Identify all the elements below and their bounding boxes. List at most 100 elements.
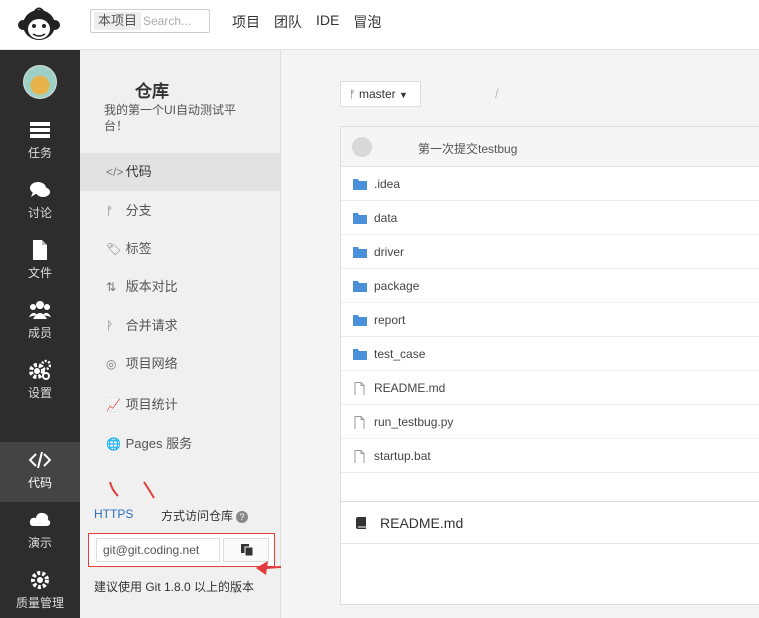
file-row[interactable]: README.md bbox=[341, 371, 759, 405]
leftnav-settings-label: 设置 bbox=[27, 386, 52, 400]
top-nav: 项目 团队 IDE 冒泡 bbox=[232, 12, 381, 32]
code-icon bbox=[29, 451, 51, 469]
project-nav: 任务 讨论 文件 成员 设置 代码 演示 质量管理 bbox=[0, 50, 80, 618]
search-box: 本项目 bbox=[90, 9, 210, 33]
file-row[interactable]: data bbox=[341, 201, 759, 235]
leftnav-discussion[interactable]: 讨论 bbox=[0, 172, 80, 232]
file-row[interactable]: run_testbug.py bbox=[341, 405, 759, 439]
leftnav-members-label: 成员 bbox=[27, 326, 52, 340]
file-name: driver bbox=[374, 245, 405, 259]
file-row[interactable]: test_case bbox=[341, 337, 759, 371]
top-bar: 本项目 项目 团队 IDE 冒泡 bbox=[0, 0, 759, 50]
book-icon bbox=[356, 517, 366, 529]
branch-name: master bbox=[358, 87, 396, 101]
members-icon bbox=[29, 301, 51, 319]
folder-icon bbox=[353, 179, 367, 190]
readme-panel: README.md bbox=[340, 501, 759, 605]
help-icon[interactable]: ? bbox=[236, 510, 249, 523]
sidebar-item-label: 标签 bbox=[125, 241, 152, 256]
network-icon: ◎ bbox=[106, 357, 117, 371]
monkey-logo-icon[interactable] bbox=[17, 5, 61, 43]
leftnav-tasks[interactable]: 任务 bbox=[0, 112, 80, 172]
leftnav-tasks-label: 任务 bbox=[27, 146, 52, 160]
leftnav-members[interactable]: 成员 bbox=[0, 292, 80, 352]
sidebar-item-branches[interactable]: ᚠ 分支 bbox=[80, 192, 280, 230]
branch-selector[interactable]: ᚠ master ▼ bbox=[340, 81, 421, 107]
topnav-bubble[interactable]: 冒泡 bbox=[353, 12, 381, 32]
leftnav-files[interactable]: 文件 bbox=[0, 232, 80, 292]
file-name: report bbox=[374, 313, 406, 327]
clone-url-field[interactable] bbox=[96, 538, 220, 562]
https-protocol-link[interactable]: HTTPS bbox=[94, 507, 133, 521]
file-icon bbox=[354, 450, 365, 463]
file-row[interactable]: startup.bat bbox=[341, 439, 759, 473]
sidebar-item-tags[interactable]: 🏷 标签 bbox=[80, 230, 280, 268]
topnav-ide[interactable]: IDE bbox=[316, 12, 339, 32]
folder-icon bbox=[353, 247, 367, 258]
file-row[interactable]: .idea bbox=[341, 167, 759, 201]
readme-title: README.md bbox=[380, 515, 464, 531]
merge-icon: ᚹ bbox=[106, 319, 114, 333]
leftnav-settings[interactable]: 设置 bbox=[0, 352, 80, 412]
sidebar-item-pages[interactable]: 🌐 Pages 服务 bbox=[80, 425, 280, 463]
sidebar-item-code[interactable]: </> 代码 bbox=[80, 153, 280, 191]
caret-down-icon: ▼ bbox=[398, 90, 408, 100]
cloud-icon bbox=[29, 512, 51, 526]
chart-icon: 📈 bbox=[106, 398, 121, 412]
tag-icon: 🏷 bbox=[106, 242, 122, 256]
sidebar-item-label: 代码 bbox=[125, 164, 152, 179]
folder-icon bbox=[353, 281, 367, 292]
topnav-teams[interactable]: 团队 bbox=[274, 12, 302, 32]
file-icon bbox=[33, 240, 47, 260]
sidebar-item-label: 项目网络 bbox=[125, 356, 178, 371]
folder-icon bbox=[353, 349, 367, 360]
project-avatar[interactable] bbox=[23, 65, 57, 99]
readme-header: README.md bbox=[341, 502, 759, 544]
latest-commit: 第一次提交testbug bbox=[341, 127, 759, 167]
repo-sidebar: 仓库 我的第一个UI自动测试平台！ </> 代码 ᚠ 分支 🏷 标签 ⇅ 版本对… bbox=[80, 50, 281, 618]
topnav-projects[interactable]: 项目 bbox=[232, 12, 260, 32]
sidebar-item-label: 分支 bbox=[125, 203, 152, 218]
file-name: data bbox=[374, 211, 398, 225]
globe-icon: 🌐 bbox=[106, 437, 121, 451]
file-icon bbox=[354, 416, 365, 429]
chat-icon bbox=[30, 182, 50, 197]
sidebar-item-statistics[interactable]: 📈 项目统计 bbox=[80, 386, 280, 424]
file-name: .idea bbox=[374, 177, 401, 191]
copy-icon bbox=[241, 544, 254, 557]
git-version-note: 建议使用 Git 1.8.0 以上的版本 bbox=[94, 580, 255, 594]
file-list: 第一次提交testbug .idea data driver package repor… bbox=[340, 126, 759, 526]
file-icon bbox=[354, 382, 365, 395]
file-name: package bbox=[374, 279, 420, 293]
sidebar-item-merge-requests[interactable]: ᚹ 合并请求 bbox=[80, 307, 280, 345]
committer-avatar[interactable] bbox=[352, 137, 372, 157]
file-row[interactable]: driver bbox=[341, 235, 759, 269]
copy-button[interactable] bbox=[223, 538, 269, 562]
file-name: README.md bbox=[374, 381, 446, 395]
leftnav-quality[interactable]: 质量管理 bbox=[0, 562, 80, 618]
leftnav-discussion-label: 讨论 bbox=[27, 206, 52, 220]
file-name: startup.bat bbox=[374, 449, 431, 463]
sidebar-item-label: 项目统计 bbox=[125, 397, 178, 412]
commit-message[interactable]: 第一次提交testbug bbox=[418, 140, 517, 157]
sidebar-item-label: Pages 服务 bbox=[125, 436, 193, 451]
branch-icon: ᚠ bbox=[106, 204, 114, 218]
repo-description: 我的第一个UI自动测试平台！ bbox=[104, 103, 237, 133]
file-row[interactable]: package bbox=[341, 269, 759, 303]
file-name: test_case bbox=[374, 347, 426, 361]
file-name: run_testbug.py bbox=[374, 415, 454, 429]
folder-icon bbox=[353, 213, 367, 224]
code-icon: </> bbox=[106, 165, 124, 179]
gear-icon bbox=[29, 359, 51, 380]
file-row[interactable]: report bbox=[341, 303, 759, 337]
leftnav-code-label: 代码 bbox=[27, 476, 52, 490]
sidebar-item-compare[interactable]: ⇅ 版本对比 bbox=[80, 268, 280, 306]
leftnav-demo[interactable]: 演示 bbox=[0, 502, 80, 562]
sidebar-item-network[interactable]: ◎ 项目网络 bbox=[80, 345, 280, 383]
search-input[interactable] bbox=[143, 12, 207, 30]
sidebar-item-label: 版本对比 bbox=[125, 279, 178, 294]
branch-icon: ᚠ bbox=[349, 89, 356, 101]
tasks-icon bbox=[30, 122, 50, 138]
search-scope-selector[interactable]: 本项目 bbox=[94, 12, 142, 30]
leftnav-code[interactable]: 代码 bbox=[0, 442, 80, 502]
